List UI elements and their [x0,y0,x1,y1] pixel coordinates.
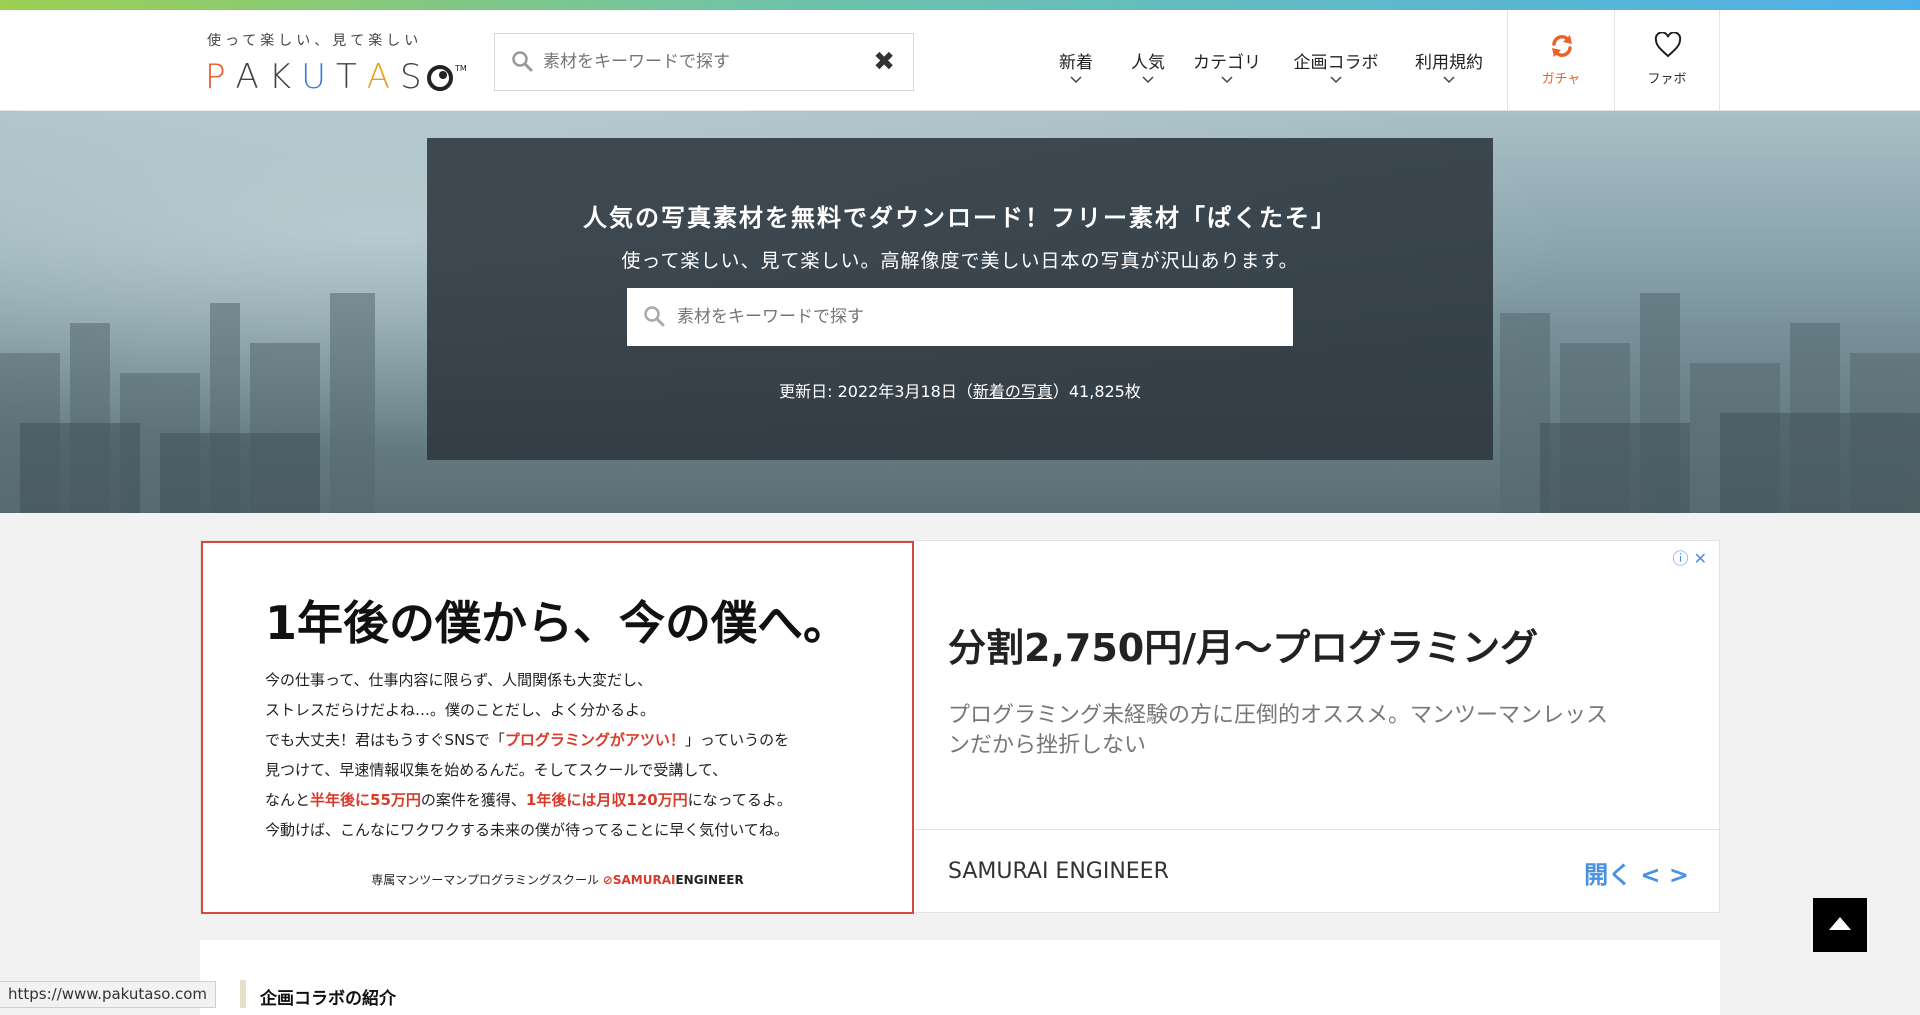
ad-highlight-text: 半年後に55万円 [310,791,421,809]
new-photos-link[interactable]: 新着の写真 [973,382,1053,401]
hero-section: 人気の写真素材を無料でダウンロード！フリー素材「ぱくたそ」 使って楽しい、見て楽… [0,111,1920,513]
ad-banner-body: 今の仕事って、仕事内容に限らず、人間関係も大変だし、 ストレスだらけだよね…。僕の… [265,665,792,845]
ad-body-text: でも大丈夫！君はもうすぐSNSで「 [265,731,505,749]
ad-banner-image[interactable]: 1年後の僕から、今の僕へ。 今の仕事って、仕事内容に限らず、人間関係も大変だし、… [201,541,914,914]
ad-banner-body-line: なんと半年後に55万円の案件を獲得、1年後には月収120万円になってるよ。 [265,785,792,815]
hero-title: 人気の写真素材を無料でダウンロード！フリー素材「ぱくたそ」 [583,204,1337,232]
photo-count-text: ）41,825枚 [1052,382,1141,401]
ad-body-text: 」っていうのを [684,731,790,749]
logo-letter: K [268,57,302,97]
ad-body-text: 今の仕事って、仕事内容に限らず、人間関係も大変だし、 [265,671,653,689]
collab-section: 企画コラボの紹介 [200,940,1720,1015]
logo-letter: P [205,57,236,97]
hero-search-box [627,288,1293,346]
logo-letter: A [235,57,269,97]
ad-choices-icon[interactable]: ⓘ ✕ [1673,545,1708,569]
logo-o-mark-icon [427,65,453,91]
ad-description: プログラミング未経験の方に圧倒的オススメ。マンツーマンレッスンだから挫折しない [948,703,1609,758]
ad-open-label: 開く [1584,861,1633,889]
gacha-button[interactable]: ガチャ [1507,10,1614,111]
ad-banner-footer: 専属マンツーマンプログラミングスクール ⊘SAMURAIENGINEER [203,871,912,888]
ad-arrows-icon: < > [1640,861,1689,889]
ad-banner-body-line: 今の仕事って、仕事内容に限らず、人間関係も大変だし、 [265,665,792,695]
ad-sponsor-name: SAMURAI ENGINEER [948,859,1169,884]
clear-search-icon[interactable]: ✖ [873,49,895,75]
ad-open-button[interactable]: 開く < > [1584,855,1689,890]
search-icon [512,51,533,72]
nav-item-category[interactable]: カテゴリ [1186,10,1268,111]
ad-body-text: なんと [265,791,311,809]
ad-divider [914,829,1719,830]
nav-item-new[interactable]: 新着 [1040,10,1112,111]
collab-section-title: 企画コラボの紹介 [260,989,396,1009]
search-icon [644,306,665,327]
favorites-label: ファボ [1647,72,1687,87]
update-date-text: 更新日: 2022年3月18日（ [779,382,973,401]
scroll-to-top-button[interactable] [1813,898,1867,952]
logo-wordmark: PAKUTAS [205,57,432,97]
hero-search-input[interactable] [677,299,1237,335]
chevron-down-icon [1142,76,1154,84]
logo-letter: U [301,57,336,97]
hero-panel: 人気の写真素材を無料でダウンロード！フリー素材「ぱくたそ」 使って楽しい、見て楽… [427,138,1493,460]
ad-body-text: 見つけて、早速情報収集を始めるんだ。そしてスクールで受講して、 [265,761,728,779]
ad-body-text: ストレスだらけだよね…。僕のことだし、よく分かるよ。 [265,701,656,719]
nav-item-label: 利用規約 [1415,53,1483,73]
chevron-down-icon [1330,76,1342,84]
ad-highlight-text: 1年後には月収120万円 [525,791,688,809]
logo-letter: A [366,57,401,97]
ad-banner-body-line: ストレスだらけだよね…。僕のことだし、よく分かるよ。 [265,695,792,725]
ad-body-text: になってるよ。 [687,791,792,809]
ad-banner-body-line: でも大丈夫！君はもうすぐSNSで「プログラミングがアツい！」っていうのを [265,725,792,755]
nav-item-label: 企画コラボ [1293,53,1379,73]
refresh-icon [1552,35,1572,57]
nav-item-popular[interactable]: 人気 [1118,10,1178,111]
ad-title[interactable]: 分割2,750円/月〜プログラミング [948,617,1538,672]
section-accent-bar [240,980,246,1008]
nav-item-label: 新着 [1059,53,1093,73]
ad-banner-footer-text: 専属マンツーマンプログラミングスクール [371,873,599,887]
ad-banner-headline: 1年後の僕から、今の僕へ。 [265,596,850,650]
advertisement[interactable]: 1年後の僕から、今の僕へ。 今の仕事って、仕事内容に限らず、人間関係も大変だし、… [200,540,1720,914]
gacha-label: ガチャ [1541,72,1581,87]
update-info: 更新日: 2022年3月18日（新着の写真）41,825枚 [427,378,1493,402]
nav-item-label: カテゴリ [1193,53,1261,73]
ad-body-text: 今動けば、こんなにワクワクする未来の僕が待ってることに早く気付いてね。 [265,821,789,839]
header-search-input[interactable] [543,44,843,80]
logo-tagline: 使って楽しい、見て楽しい [207,33,423,49]
site-logo[interactable]: 使って楽しい、見て楽しい PAKUTAS TM [205,30,467,100]
nav-item-label: 人気 [1131,53,1165,73]
header-search-box: ✖ [494,33,914,91]
chevron-down-icon [1070,76,1082,84]
browser-status-url: https://www.pakutaso.com [0,981,217,1008]
ad-highlight-text: プログラミングがアツい！ [504,731,685,749]
favorites-button[interactable]: ファボ [1614,10,1720,111]
ad-banner-brand-suffix: ENGINEER [675,873,744,887]
ad-banner-body-line: 見つけて、早速情報収集を始めるんだ。そしてスクールで受講して、 [265,755,792,785]
ad-banner-brand: ⊘SAMURAI [602,873,676,887]
heart-icon [1654,32,1682,58]
logo-trademark: TM [455,64,467,73]
chevron-down-icon [1443,76,1455,84]
chevron-down-icon [1221,76,1233,84]
hero-subtitle: 使って楽しい、見て楽しい。高解像度で美しい日本の写真が沢山あります。 [621,250,1299,272]
nav-item-collab[interactable]: 企画コラボ [1286,10,1386,111]
ad-banner-body-line: 今動けば、こんなにワクワクする未来の僕が待ってることに早く気付いてね。 [265,815,792,845]
ad-body-text: の案件を獲得、 [420,791,526,809]
top-accent-bar [0,0,1920,10]
logo-letter: T [335,57,367,97]
nav-item-terms[interactable]: 利用規約 [1408,10,1490,111]
